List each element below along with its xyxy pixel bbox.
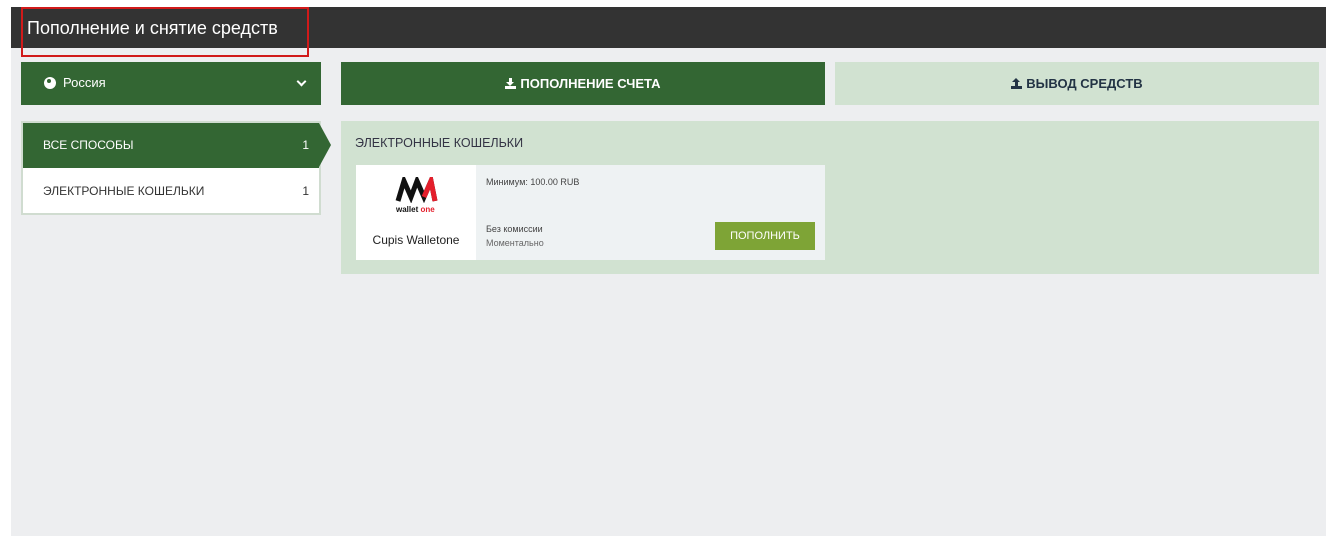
deposit-tab-button[interactable]: ПОПОЛНЕНИЕ СЧЕТА — [341, 62, 825, 105]
download-icon — [505, 78, 517, 89]
sidebar-item-label: ЭЛЕКТРОННЫЕ КОШЕЛЬКИ — [43, 184, 205, 198]
walletone-logo-text: wallet one — [396, 205, 435, 214]
method-speed: Моментально — [486, 238, 544, 248]
sidebar-item-e-wallets[interactable]: ЭЛЕКТРОННЫЕ КОШЕЛЬКИ 1 — [23, 169, 319, 214]
country-select-value: Россия — [63, 75, 106, 90]
withdraw-tab-label: ВЫВОД СРЕДСТВ — [1026, 76, 1143, 91]
sidebar-item-all-methods[interactable]: ВСЕ СПОСОБЫ 1 — [23, 123, 331, 168]
title-highlight-box — [21, 7, 309, 57]
country-select[interactable]: Россия — [21, 62, 321, 105]
payment-category-sidebar: ВСЕ СПОСОБЫ 1 ЭЛЕКТРОННЫЕ КОШЕЛЬКИ 1 — [21, 121, 331, 215]
method-fee: Без комиссии — [486, 224, 543, 234]
payment-methods-panel: ЭЛЕКТРОННЫЕ КОШЕЛЬКИ wallet one Cupis Wa… — [341, 121, 1319, 274]
deposit-button[interactable]: ПОПОЛНИТЬ — [715, 222, 815, 250]
sidebar-item-count: 1 — [302, 138, 309, 152]
globe-icon — [44, 77, 56, 89]
panel-title: ЭЛЕКТРОННЫЕ КОШЕЛЬКИ — [355, 136, 524, 150]
payment-page: Пополнение и снятие средств Россия ПОПОЛ… — [11, 7, 1326, 536]
deposit-tab-label: ПОПОЛНЕНИЕ СЧЕТА — [520, 76, 661, 91]
sidebar-item-count: 1 — [302, 184, 309, 198]
sidebar-item-label: ВСЕ СПОСОБЫ — [43, 138, 134, 152]
chevron-down-icon — [296, 76, 307, 87]
walletone-logo-mark — [395, 177, 438, 203]
method-name: Cupis Walletone — [372, 233, 460, 247]
payment-method-card: wallet one Cupis Walletone Минимум: 100.… — [356, 165, 825, 260]
upload-icon — [1011, 78, 1023, 89]
method-minimum: Минимум: 100.00 RUB — [486, 177, 580, 187]
withdraw-tab-button[interactable]: ВЫВОД СРЕДСТВ — [835, 62, 1319, 105]
walletone-logo: wallet one Cupis Walletone — [356, 165, 476, 260]
